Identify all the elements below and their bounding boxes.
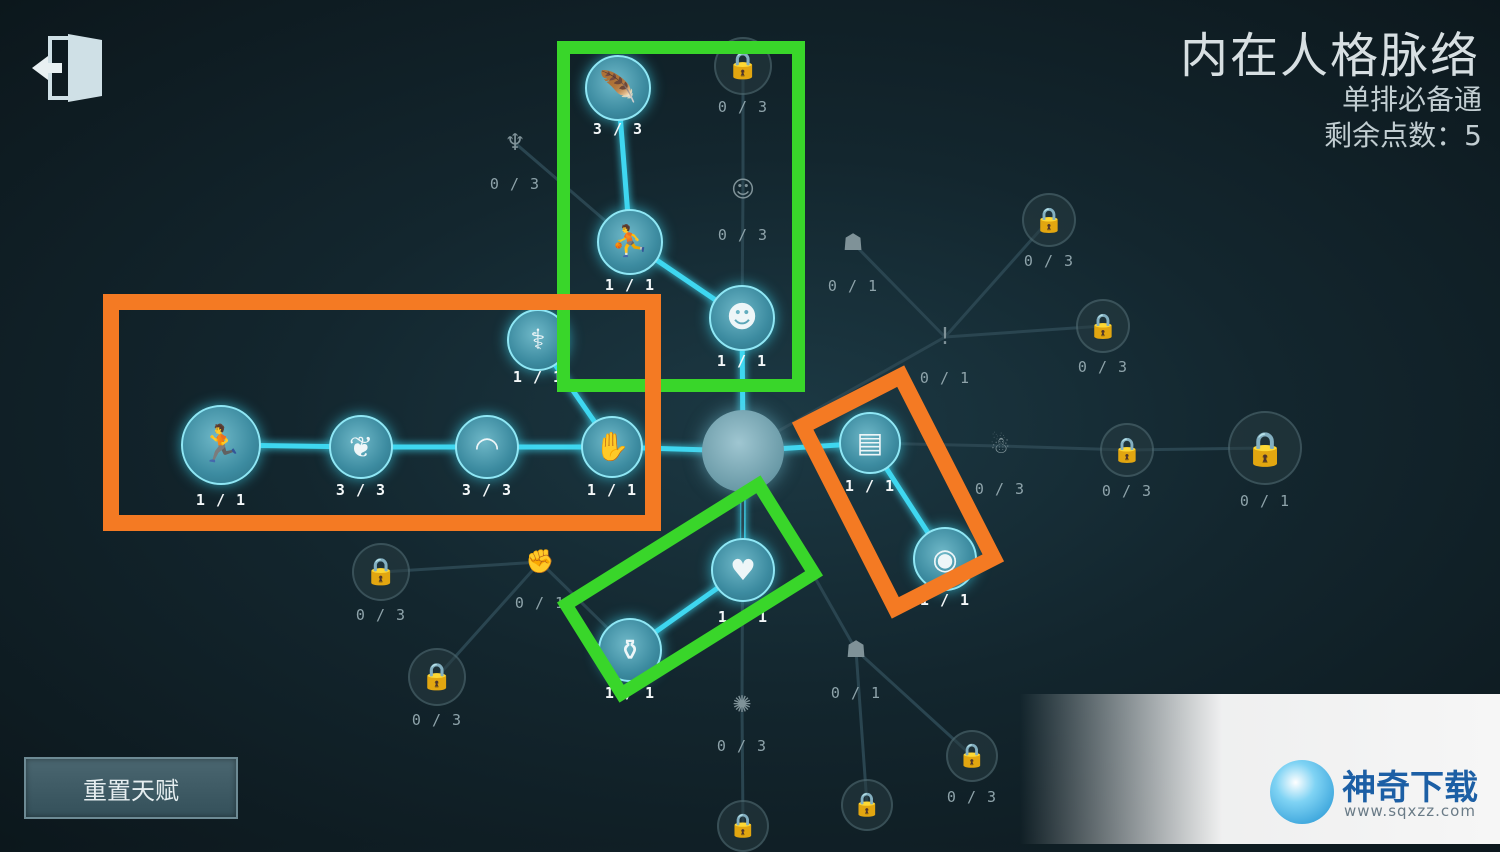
talent-level-label: 0 / 1	[830, 684, 882, 702]
talent-node[interactable]: 🔒	[1228, 411, 1302, 485]
lock-icon: 🔒	[852, 791, 882, 818]
talent-node[interactable]: 🔒	[352, 543, 410, 601]
talent-level-label: 0 / 3	[411, 711, 463, 729]
lock-icon: 🔒	[1112, 436, 1142, 464]
talent-level-label: 0 / 1	[1239, 492, 1291, 510]
page-title: 内在人格脉络	[1179, 28, 1480, 84]
talent-level-label: 0 / 1	[827, 277, 879, 295]
talent-node[interactable]: ☗	[828, 218, 878, 268]
talent-level-label: 0 / 3	[1023, 252, 1075, 270]
talent-node[interactable]: 🔒	[1022, 193, 1076, 247]
talent-node[interactable]: 🔒	[946, 730, 998, 782]
talent-node[interactable]: ♆	[490, 118, 540, 168]
watermark-logo-icon	[1270, 760, 1334, 824]
talent-node[interactable]: 🔒	[717, 800, 769, 852]
exit-button[interactable]	[28, 30, 108, 104]
lock-icon: 🔒	[420, 662, 454, 692]
talent-node[interactable]: ☗	[830, 624, 882, 676]
talent-node[interactable]: ☃	[974, 420, 1026, 472]
lock-icon: 🔒	[1034, 206, 1064, 234]
core-node	[702, 410, 784, 492]
talent-level-label: 0 / 3	[974, 480, 1026, 498]
talent-tree-screen: 🪶 3 / 3 🔒 0 / 3 ♆ 0 / 3 ☺ 0 / 3 ⛹ 1 / 1 ☗ 0 / 1 🔒 0 /…	[0, 0, 1500, 852]
lock-icon: 🔒	[728, 812, 758, 839]
talent-node[interactable]: 🔒	[1100, 423, 1154, 477]
talent-level-label: 0 / 3	[1101, 482, 1153, 500]
talent-node[interactable]: 🔒	[1076, 299, 1130, 353]
talent-level-label: 0 / 3	[355, 606, 407, 624]
talent-level-label: 0 / 3	[1077, 358, 1129, 376]
lantern-icon: ✺	[732, 691, 752, 718]
talent-node[interactable]: !	[919, 311, 971, 363]
build-name: 单排必备通	[1341, 83, 1482, 116]
reset-talents-button[interactable]: 重置天赋	[24, 757, 238, 819]
talent-node[interactable]: ✊	[515, 537, 565, 587]
lock-icon: 🔒	[364, 557, 398, 587]
talent-level-label: 0 / 3	[489, 175, 541, 193]
lock-icon: 🔒	[957, 742, 987, 769]
talent-level-label: 0 / 3	[946, 788, 998, 806]
alert-figure-icon: !	[940, 323, 950, 350]
scarecrow-icon: ♆	[504, 129, 526, 156]
remaining-points: 剩余点数：5	[1324, 119, 1482, 152]
dancer-icon: ☃	[989, 432, 1011, 459]
talent-node[interactable]: 🔒	[841, 779, 893, 831]
talent-level-label: 0 / 3	[716, 737, 768, 755]
orange-highlight-box	[103, 294, 661, 531]
fist-icon: ✊	[525, 548, 555, 575]
hooded-figure-icon: ☗	[842, 229, 864, 256]
lock-icon: 🔒	[1088, 312, 1118, 340]
strongman-icon: ☗	[845, 636, 867, 663]
watermark-url: www.sqxzz.com	[1344, 802, 1476, 820]
exit-door-icon	[32, 34, 102, 102]
talent-node[interactable]: ✺	[716, 679, 768, 731]
talent-node[interactable]: 🔒	[408, 648, 466, 706]
lock-icon: 🔒	[1244, 428, 1286, 468]
talent-level-label: 0 / 1	[919, 369, 971, 387]
